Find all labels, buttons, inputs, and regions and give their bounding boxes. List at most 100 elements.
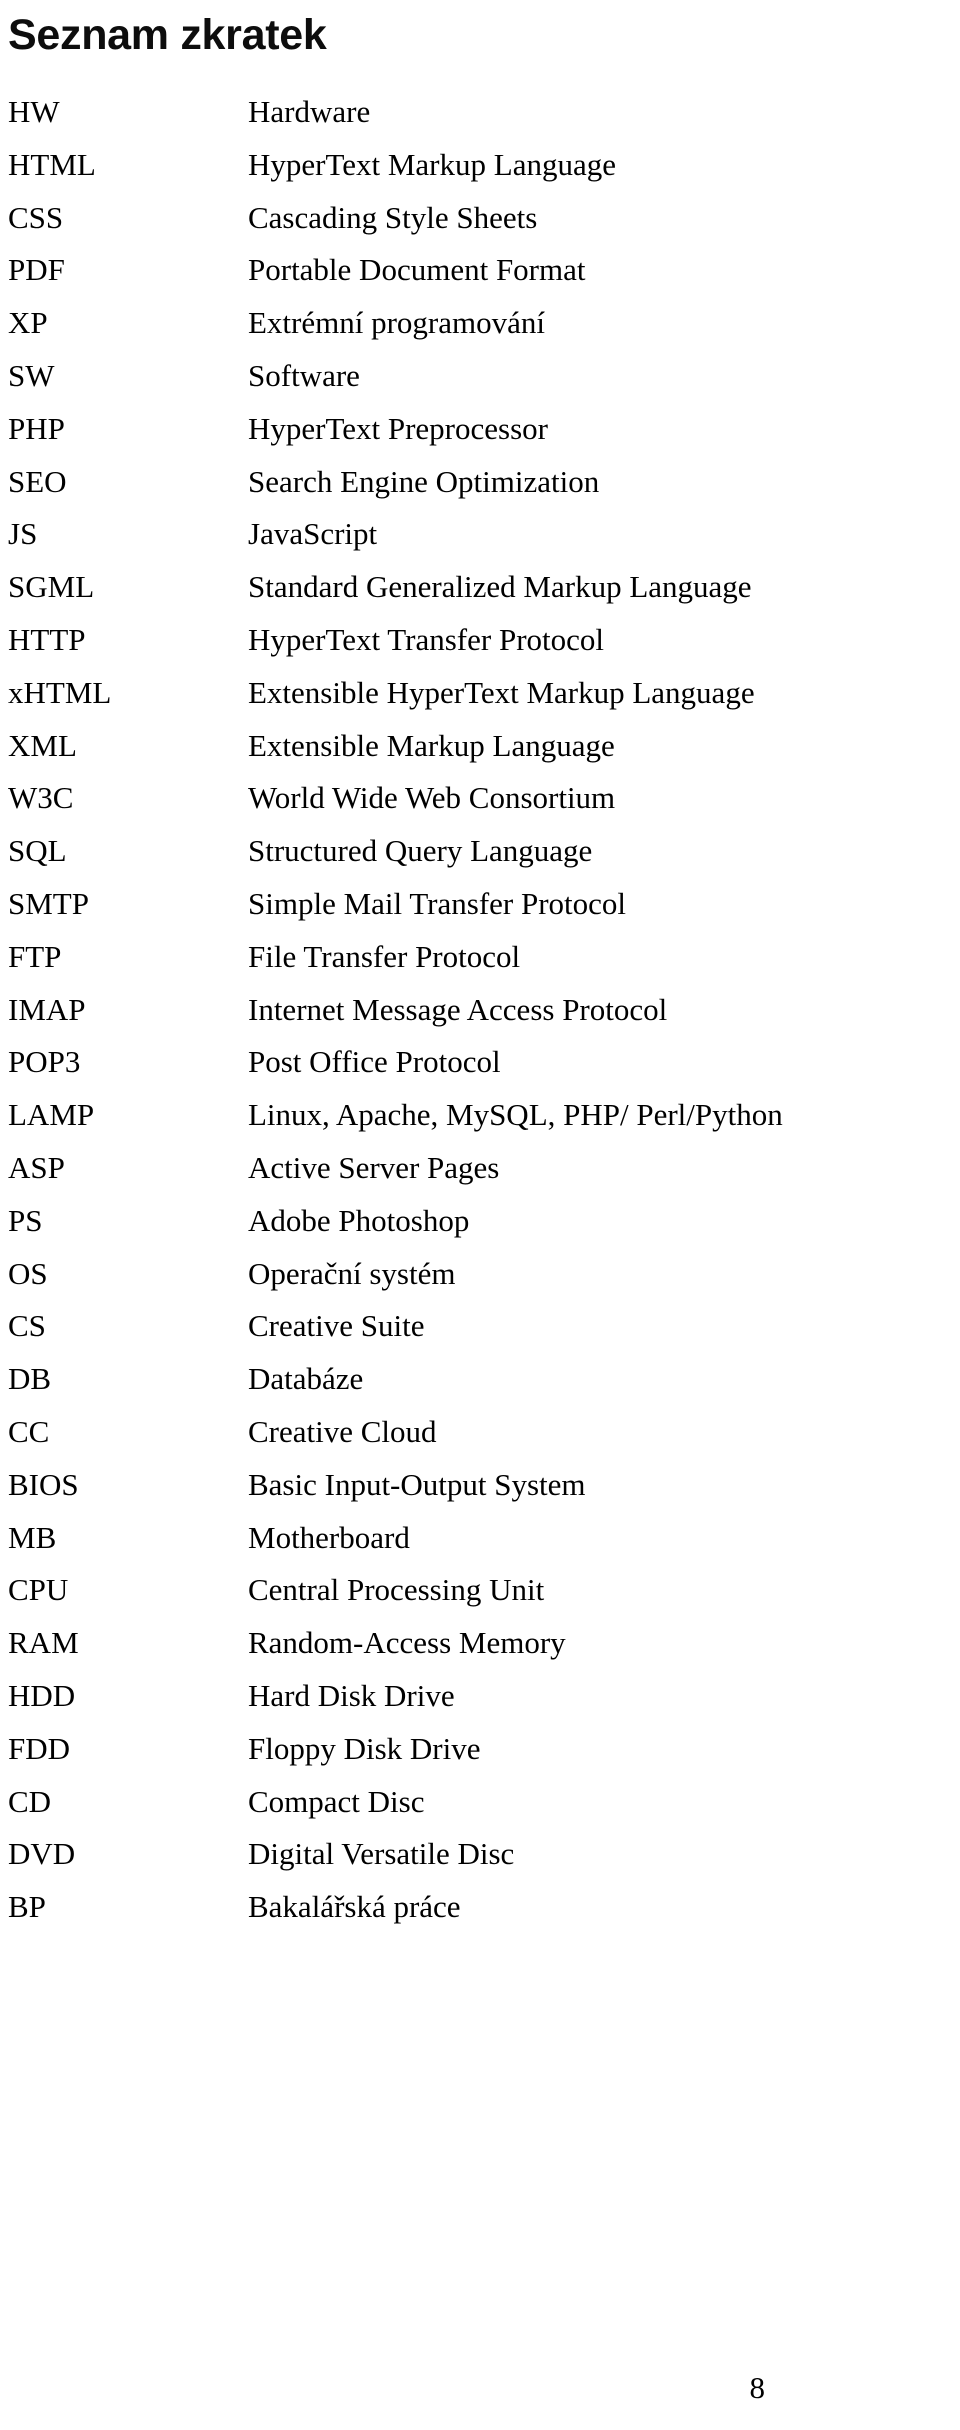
abbreviation-row: SQL Structured Query Language — [8, 825, 948, 878]
abbreviation-definition: Adobe Photoshop — [248, 1202, 470, 1238]
abbreviation-definition: Bakalářská práce — [248, 1889, 461, 1925]
abbreviation-definition: Extensible HyperText Markup Language — [248, 674, 755, 710]
abbreviation-term: FDD — [8, 1730, 71, 1766]
abbreviation-term: RAM — [8, 1625, 79, 1661]
abbreviation-definition: Databáze — [248, 1361, 364, 1397]
abbreviation-term: BP — [8, 1889, 46, 1925]
abbreviation-row: SMTP Simple Mail Transfer Protocol — [8, 878, 948, 931]
abbreviation-row: MB Motherboard — [8, 1512, 948, 1565]
abbreviation-definition: Standard Generalized Markup Language — [248, 569, 752, 605]
abbreviation-row: JS JavaScript — [8, 508, 948, 561]
abbreviation-term: DVD — [8, 1836, 76, 1872]
abbreviation-definition: Compact Disc — [248, 1783, 425, 1819]
abbreviation-row: SEO Search Engine Optimization — [8, 456, 948, 509]
abbreviation-definition: Random-Access Memory — [248, 1625, 566, 1661]
abbreviation-definition: Extrémní programování — [248, 305, 545, 341]
abbreviation-definition: Motherboard — [248, 1519, 410, 1555]
abbreviation-row: CD Compact Disc — [8, 1776, 948, 1829]
abbreviation-term: CD — [8, 1783, 52, 1819]
abbreviation-row: SGML Standard Generalized Markup Language — [8, 561, 948, 614]
abbreviation-definition: Hardware — [248, 94, 371, 129]
abbreviation-row: xHTML Extensible HyperText Markup Languag… — [8, 667, 948, 720]
abbreviation-term: HW — [8, 94, 60, 129]
abbreviation-definition: Central Processing Unit — [248, 1572, 545, 1608]
abbreviation-term: ASP — [8, 1149, 65, 1185]
abbreviation-row: PS Adobe Photoshop — [8, 1195, 948, 1248]
abbreviation-term: SQL — [8, 833, 67, 869]
page-number: 8 — [749, 2370, 766, 2405]
abbreviation-term: HTTP — [8, 621, 86, 657]
abbreviation-term: HDD — [8, 1677, 76, 1713]
abbreviation-term: CSS — [8, 199, 64, 235]
abbreviation-definition: Search Engine Optimization — [248, 463, 600, 499]
abbreviation-definition: Software — [248, 357, 360, 393]
abbreviation-row: CS Creative Suite — [8, 1300, 948, 1353]
abbreviation-definition: Floppy Disk Drive — [248, 1730, 481, 1766]
abbreviation-row: DB Databáze — [8, 1353, 948, 1406]
abbreviation-term: LAMP — [8, 1097, 95, 1133]
abbreviation-term: FTP — [8, 938, 62, 974]
abbreviation-term: OS — [8, 1255, 48, 1291]
abbreviation-row: ASP Active Server Pages — [8, 1142, 948, 1195]
abbreviation-definition: Simple Mail Transfer Protocol — [248, 885, 627, 921]
abbreviation-row: IMAP Internet Message Access Protocol — [8, 984, 948, 1037]
abbreviation-term: SEO — [8, 463, 67, 499]
document-page: Seznam zkratek HW Hardware HTML HyperText M… — [0, 0, 960, 2430]
abbreviation-row: FTP File Transfer Protocol — [8, 931, 948, 984]
abbreviation-definition: Cascading Style Sheets — [248, 199, 538, 235]
abbreviation-definition: Extensible Markup Language — [248, 727, 615, 763]
abbreviation-term: CPU — [8, 1572, 69, 1608]
abbreviation-term: XML — [8, 727, 77, 763]
abbreviation-row: OS Operační systém — [8, 1248, 948, 1301]
abbreviation-term: xHTML — [8, 674, 112, 710]
abbreviation-definition: Creative Suite — [248, 1308, 425, 1344]
abbreviation-row: CC Creative Cloud — [8, 1406, 948, 1459]
abbreviation-term: MB — [8, 1519, 57, 1555]
abbreviation-row: W3C World Wide Web Consortium — [8, 772, 948, 825]
abbreviation-term: SMTP — [8, 885, 89, 921]
abbreviation-term: IMAP — [8, 991, 86, 1027]
abbreviation-row: XP Extrémní programování — [8, 297, 948, 350]
abbreviation-definition: Structured Query Language — [248, 833, 593, 869]
abbreviation-list: HW Hardware HTML HyperText Markup Language C… — [8, 86, 948, 1934]
abbreviation-row: RAM Random-Access Memory — [8, 1617, 948, 1670]
abbreviation-term: XP — [8, 305, 48, 341]
abbreviation-row: PDF Portable Document Format — [8, 244, 948, 297]
abbreviation-definition: Digital Versatile Disc — [248, 1836, 515, 1872]
abbreviation-term: PS — [8, 1202, 43, 1238]
abbreviation-term: PHP — [8, 410, 65, 446]
abbreviation-term: CC — [8, 1413, 50, 1449]
abbreviation-definition: Creative Cloud — [248, 1413, 437, 1449]
abbreviation-term: PDF — [8, 252, 65, 288]
abbreviation-row: HTML HyperText Markup Language — [8, 139, 948, 192]
page-title: Seznam zkratek — [8, 11, 327, 59]
abbreviation-term: JS — [8, 516, 38, 552]
abbreviation-definition: Hard Disk Drive — [248, 1677, 455, 1713]
abbreviation-definition: Internet Message Access Protocol — [248, 991, 668, 1027]
abbreviation-term: SGML — [8, 569, 95, 605]
abbreviation-row: BIOS Basic Input-Output System — [8, 1459, 948, 1512]
abbreviation-term: W3C — [8, 780, 74, 816]
abbreviation-row: LAMP Linux, Apache, MySQL, PHP/ Perl/Pyth… — [8, 1089, 948, 1142]
abbreviation-definition: Linux, Apache, MySQL, PHP/ Perl/Python — [248, 1097, 783, 1133]
abbreviation-definition: HyperText Markup Language — [248, 146, 616, 182]
abbreviation-definition: Portable Document Format — [248, 252, 586, 288]
abbreviation-term: HTML — [8, 146, 96, 182]
abbreviation-term: POP3 — [8, 1044, 81, 1080]
abbreviation-definition: HyperText Transfer Protocol — [248, 621, 605, 657]
abbreviation-row: HTTP HyperText Transfer Protocol — [8, 614, 948, 667]
abbreviation-definition: HyperText Preprocessor — [248, 410, 548, 446]
abbreviation-row: PHP HyperText Preprocessor — [8, 403, 948, 456]
abbreviation-row: DVD Digital Versatile Disc — [8, 1828, 948, 1881]
abbreviation-row: CPU Central Processing Unit — [8, 1564, 948, 1617]
abbreviation-row: HDD Hard Disk Drive — [8, 1670, 948, 1723]
abbreviation-definition: Active Server Pages — [248, 1149, 500, 1185]
abbreviation-term: DB — [8, 1361, 52, 1397]
abbreviation-definition: Basic Input-Output System — [248, 1466, 586, 1502]
abbreviation-definition: Operační systém — [248, 1255, 456, 1291]
abbreviation-term: CS — [8, 1308, 46, 1344]
abbreviation-row: POP3 Post Office Protocol — [8, 1036, 948, 1089]
abbreviation-term: BIOS — [8, 1466, 79, 1502]
abbreviation-definition: Post Office Protocol — [248, 1044, 501, 1080]
abbreviation-row: BP Bakalářská práce — [8, 1881, 948, 1934]
